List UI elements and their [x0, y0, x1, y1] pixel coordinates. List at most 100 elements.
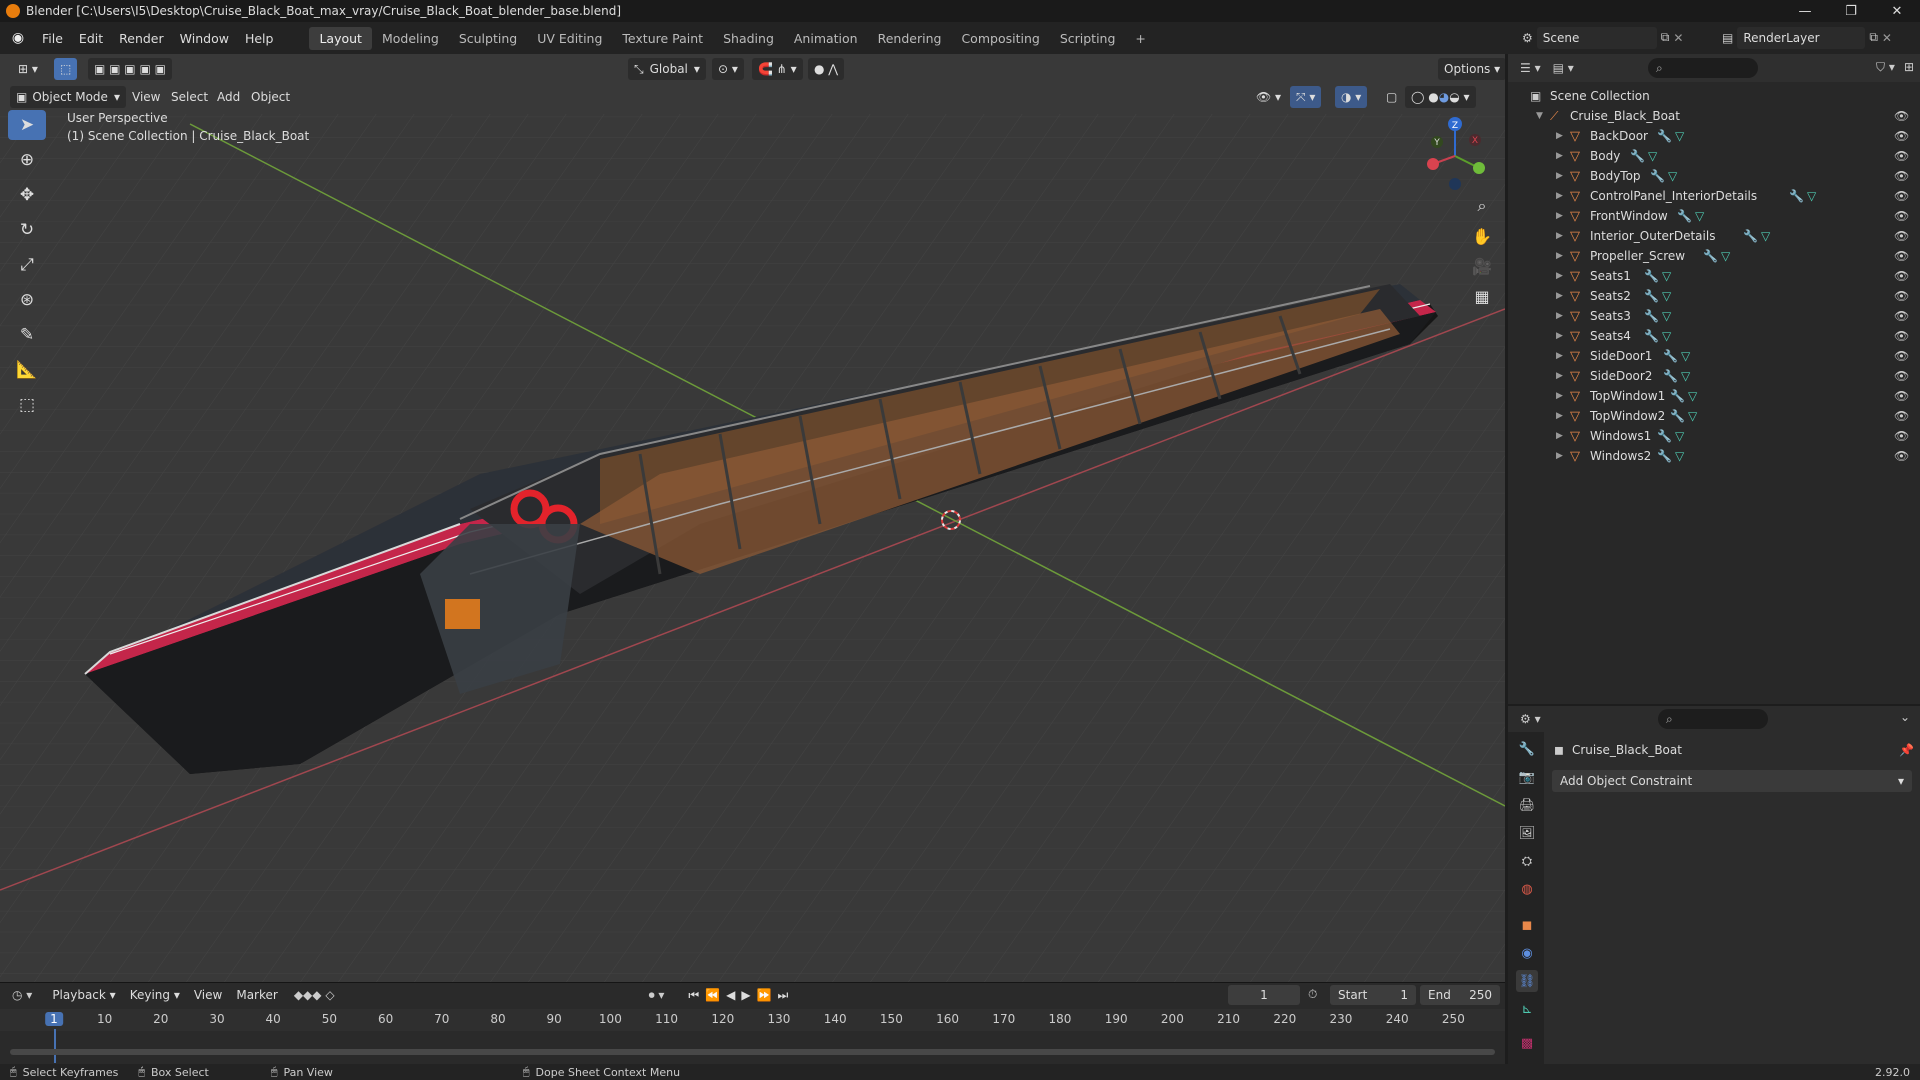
xray-toggle-icon[interactable]: ▢ [1380, 86, 1403, 108]
modifier-wrench-icon[interactable]: 🔧 [1663, 349, 1678, 363]
outliner-item-bodytop[interactable]: ▶ ▽ BodyTop 🔧 ▽ 👁 [1508, 166, 1920, 186]
keyframe-nav-icons[interactable]: ◆◆◆ ◇ [294, 988, 335, 1002]
expand-arrow-icon[interactable]: ▶ [1556, 351, 1563, 361]
expand-arrow-icon[interactable]: ▶ [1556, 371, 1563, 381]
expand-arrow-icon[interactable]: ▶ [1556, 151, 1563, 161]
move-tool[interactable]: ✥ [8, 180, 46, 210]
object-props-icon[interactable]: ◼ [1516, 914, 1538, 936]
playback-menu[interactable]: Playback ▾ [52, 988, 115, 1002]
mesh-data-icon[interactable]: ▽ [1648, 149, 1657, 163]
tab-shading[interactable]: Shading [713, 27, 784, 50]
expand-arrow-icon[interactable]: ▶ [1556, 211, 1563, 221]
display-mode-icon[interactable]: ▤ ▾ [1553, 61, 1574, 75]
menu-edit[interactable]: Edit [71, 31, 111, 46]
record-icon[interactable]: ⏺ ▾ [649, 988, 665, 1003]
properties-search-input[interactable]: ⌕ [1658, 709, 1768, 729]
menu-window[interactable]: Window [172, 31, 237, 46]
mesh-data-icon[interactable]: ▽ [1668, 169, 1677, 183]
mesh-data-icon[interactable]: ▽ [1681, 349, 1690, 363]
outliner-item-windows2[interactable]: ▶ ▽ Windows2 🔧 ▽ 👁 [1508, 446, 1920, 466]
outliner-item-seats3[interactable]: ▶ ▽ Seats3 🔧 ▽ 👁 [1508, 306, 1920, 326]
select-box-tool[interactable]: ➤ [8, 110, 46, 140]
constraint-props-icon[interactable]: ⛓ [1516, 970, 1538, 992]
perspective-grid-icon[interactable]: ▦ [1468, 282, 1496, 310]
gizmo-toggle-icon[interactable]: ⤧ ▾ [1290, 86, 1322, 108]
end-frame-field[interactable]: End 250 [1420, 985, 1500, 1005]
modifier-wrench-icon[interactable]: 🔧 [1644, 269, 1659, 283]
eye-icon[interactable]: 👁 [1894, 209, 1909, 223]
transform-tool[interactable]: ⊛ [8, 285, 46, 315]
rotate-tool[interactable]: ↻ [8, 215, 46, 245]
modifier-wrench-icon[interactable]: 🔧 [1677, 209, 1692, 223]
timeline-scrollbar[interactable] [10, 1049, 1495, 1055]
delete-scene-icon[interactable]: ✕ [1673, 31, 1683, 45]
marker-menu[interactable]: Marker [236, 988, 277, 1002]
shading-mode-icons[interactable]: ◯ ● ◕ ◒ ▾ [1405, 86, 1476, 108]
outliner-item-frontwindow[interactable]: ▶ ▽ FrontWindow 🔧 ▽ 👁 [1508, 206, 1920, 226]
menu-help[interactable]: Help [237, 31, 282, 46]
eye-icon[interactable]: 👁 [1894, 409, 1909, 423]
outliner-item-sidedoor1[interactable]: ▶ ▽ SideDoor1 🔧 ▽ 👁 [1508, 346, 1920, 366]
modifier-wrench-icon[interactable]: 🔧 [1703, 249, 1718, 263]
timeline-view-menu[interactable]: View [194, 988, 222, 1002]
mesh-data-icon[interactable]: ▽ [1681, 369, 1690, 383]
outliner-item-controlpanel-interiordetails[interactable]: ▶ ▽ ControlPanel_InteriorDetails 🔧 ▽ 👁 [1508, 186, 1920, 206]
options-dropdown[interactable]: Options ▾ [1438, 58, 1505, 80]
outliner-search-input[interactable]: ⌕ [1648, 58, 1758, 78]
outliner-scene-collection[interactable]: ▣ Scene Collection [1508, 86, 1920, 106]
expand-arrow-icon[interactable]: ▶ [1556, 171, 1563, 181]
eye-icon[interactable]: 👁 [1894, 349, 1909, 363]
mesh-data-icon[interactable]: ▽ [1688, 409, 1697, 423]
minimize-button[interactable]: — [1782, 0, 1828, 22]
modifier-wrench-icon[interactable]: 🔧 [1644, 289, 1659, 303]
playhead-line[interactable] [54, 1029, 56, 1063]
mesh-data-icon[interactable]: ▽ [1675, 429, 1684, 443]
expand-arrow-icon[interactable]: ▶ [1556, 311, 1563, 321]
mesh-data-icon[interactable]: ▽ [1807, 189, 1816, 203]
render-props-icon[interactable]: 📷 [1516, 766, 1538, 788]
modifier-wrench-icon[interactable]: 🔧 [1657, 449, 1672, 463]
expand-arrow-icon[interactable]: ▶ [1556, 411, 1563, 421]
tab-compositing[interactable]: Compositing [951, 27, 1049, 50]
start-frame-field[interactable]: Start 1 [1330, 985, 1416, 1005]
camera-view-icon[interactable]: 🎥 [1468, 252, 1496, 280]
chevron-down-icon[interactable]: ⌄ [1900, 710, 1910, 724]
measure-tool[interactable]: 📐 [8, 355, 46, 385]
transform-orientation-dropdown[interactable]: ⤡ Global ▾ [628, 58, 706, 80]
proportional-edit-icon[interactable]: ● ⋀ [808, 58, 845, 80]
outliner-item-seats4[interactable]: ▶ ▽ Seats4 🔧 ▽ 👁 [1508, 326, 1920, 346]
add-object-constraint-dropdown[interactable]: Add Object Constraint ▾ [1552, 770, 1912, 792]
tab-rendering[interactable]: Rendering [868, 27, 952, 50]
modifier-wrench-icon[interactable]: 🔧 [1663, 369, 1678, 383]
outliner-item-cruise-black-boat[interactable]: ▼ ⟋ Cruise_Black_Boat 👁 [1508, 106, 1920, 126]
mesh-data-icon[interactable]: ▽ [1761, 229, 1770, 243]
mesh-data-icon[interactable]: ▽ [1688, 389, 1697, 403]
select-tool-icon[interactable]: ⬚ [54, 58, 78, 80]
modifier-wrench-icon[interactable]: 🔧 [1644, 329, 1659, 343]
physics-props-icon[interactable]: ◉ [1516, 942, 1538, 964]
current-frame-field[interactable]: 1 [1228, 985, 1300, 1005]
editor-type-icon[interactable]: ⊞ ▾ [12, 58, 44, 80]
expand-arrow-icon[interactable]: ▶ [1556, 291, 1563, 301]
expand-arrow-icon[interactable]: ▶ [1556, 131, 1563, 141]
expand-arrow-icon[interactable]: ▶ [1556, 431, 1563, 441]
eye-icon[interactable]: 👁 [1894, 169, 1909, 183]
playback-controls[interactable]: ⏮⏪◀▶⏩⏭ [688, 988, 794, 1003]
outliner-item-topwindow2[interactable]: ▶ ▽ TopWindow2 🔧 ▽ 👁 [1508, 406, 1920, 426]
outliner-item-propeller-screw[interactable]: ▶ ▽ Propeller_Screw 🔧 ▽ 👁 [1508, 246, 1920, 266]
properties-editor-type-icon[interactable]: ⚙ ▾ [1520, 712, 1541, 726]
zoom-icon[interactable]: ⌕ [1468, 192, 1496, 220]
eye-icon[interactable]: 👁 [1894, 109, 1909, 123]
eye-icon[interactable]: 👁 [1894, 149, 1909, 163]
pivot-point-icon[interactable]: ⊙ ▾ [712, 58, 744, 80]
viewport-menu-object[interactable]: Object [251, 86, 290, 108]
add-cube-tool[interactable]: ⬚ [8, 390, 46, 420]
tab-layout[interactable]: Layout [309, 26, 372, 50]
filter-icon[interactable]: ⛉ ▾ [1876, 60, 1895, 75]
overlay-toggle-icon[interactable]: ◑ ▾ [1335, 86, 1368, 108]
modifier-wrench-icon[interactable]: 🔧 [1650, 169, 1665, 183]
cursor-tool[interactable]: ⊕ [8, 145, 46, 175]
menu-file[interactable]: File [34, 31, 71, 46]
outliner-item-seats1[interactable]: ▶ ▽ Seats1 🔧 ▽ 👁 [1508, 266, 1920, 286]
mesh-data-icon[interactable]: ▽ [1662, 329, 1671, 343]
